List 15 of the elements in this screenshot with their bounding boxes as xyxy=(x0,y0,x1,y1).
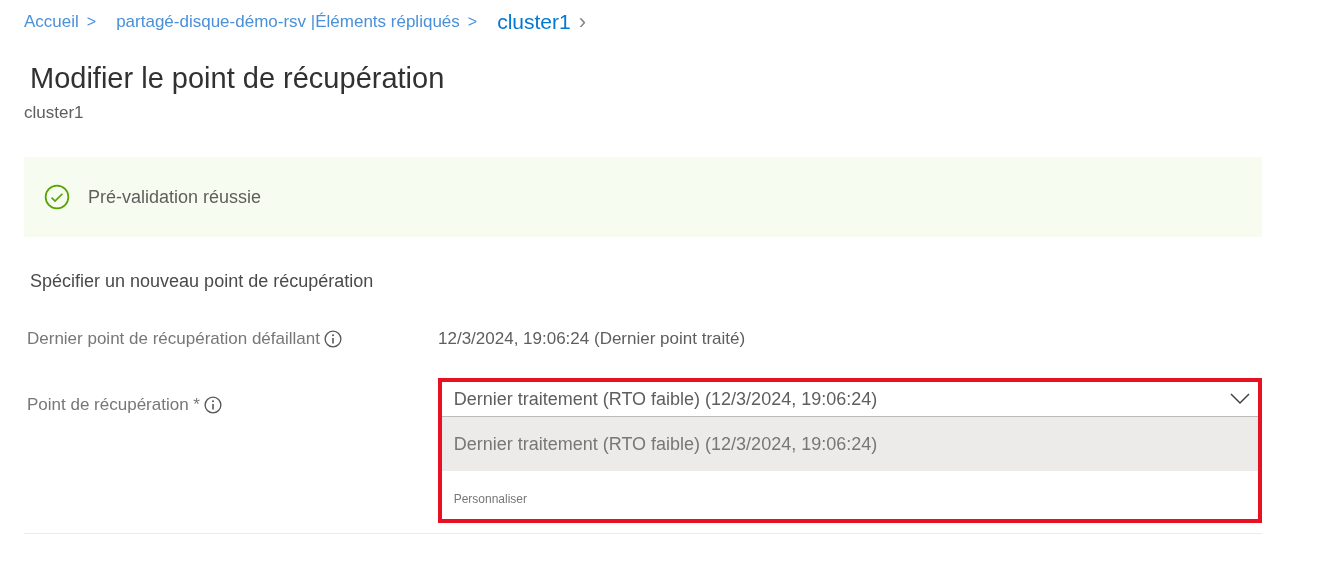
field-value: 12/3/2024, 19:06:24 (Dernier point traité) xyxy=(438,328,746,350)
banner-text: Pré-validation réussie xyxy=(88,186,262,208)
section-heading: Spécifier un nouveau point de récupération xyxy=(30,271,375,292)
dropdown-option[interactable]: Dernier traitement (RTO faible) (12/3/2024, 19:06:24) xyxy=(441,417,1258,471)
field-label: Point de récupération * xyxy=(27,395,200,415)
breadcrumb-separator: > xyxy=(467,13,478,31)
breadcrumb-separator: > xyxy=(86,13,97,31)
page-title: Modifier le point de récupération xyxy=(30,62,446,95)
breadcrumb-link[interactable]: partagé-disque-démo-rsv |Éléments répliqués xyxy=(116,12,460,32)
dropdown-option[interactable]: Personnaliser xyxy=(441,471,1258,519)
breadcrumb-link[interactable]: cluster1 xyxy=(497,10,571,34)
breadcrumb-link[interactable]: Accueil xyxy=(24,12,79,32)
page-subtitle: cluster1 xyxy=(24,103,85,123)
field-label: Dernier point de récupération défaillant xyxy=(27,329,320,349)
breadcrumb-separator: › xyxy=(578,9,586,35)
